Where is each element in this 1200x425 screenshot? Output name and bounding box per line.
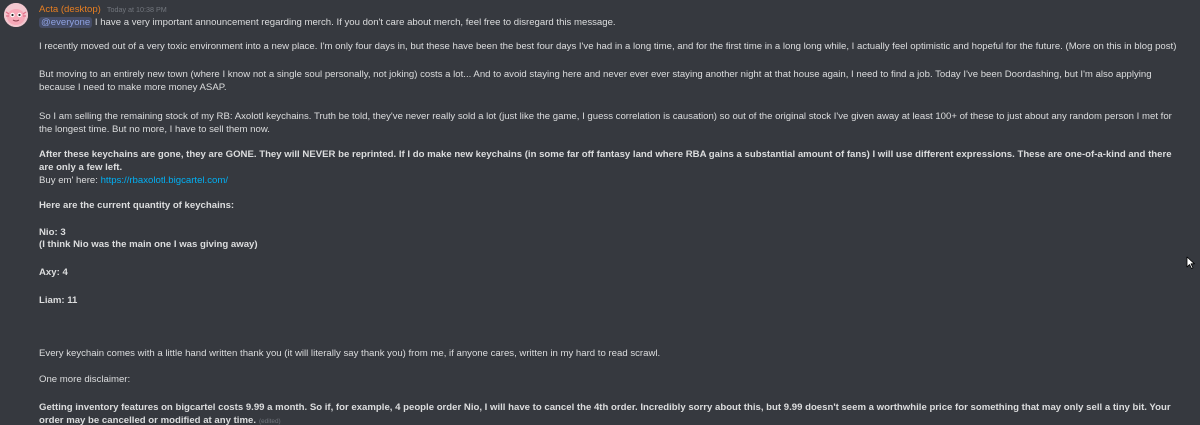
nio-note: (I think Nio was the main one I was givi… [39, 239, 258, 250]
inventory-text: Getting inventory features on bigcartel … [39, 402, 1171, 425]
liam-quantity: Liam: 11 [39, 295, 78, 306]
quantity-heading: Here are the current quantity of keychai… [39, 200, 235, 211]
axy-quantity: Axy: 4 [39, 267, 68, 278]
username[interactable]: Acta (desktop) [39, 4, 101, 15]
paragraph-moved: I recently moved out of a very toxic env… [39, 41, 1177, 52]
paragraph-inventory: Getting inventory features on bigcartel … [39, 402, 1179, 425]
timestamp: Today at 10:38 PM [106, 5, 167, 14]
intro-text: I have a very important announcement reg… [94, 17, 616, 28]
nio-quantity: Nio: 3 [39, 227, 66, 238]
message-header: Acta (desktop) Today at 10:38 PM [39, 4, 167, 17]
paragraph-gone: After these keychains are gone, they are… [39, 149, 1172, 173]
disclaimer-heading: One more disclaimer: [39, 374, 131, 385]
paragraph-job: But moving to an entirely new town (wher… [39, 69, 1152, 93]
intro-line: @everyone I have a very important announ… [39, 17, 1179, 30]
paragraph-selling: So I am selling the remaining stock of m… [39, 111, 1172, 135]
chat-message: Acta (desktop) Today at 10:38 PM @everyon… [0, 0, 1200, 425]
store-link[interactable]: https://rbaxolotl.bigcartel.com/ [101, 175, 228, 186]
buy-line: Buy em' here: https://rbaxolotl.bigcarte… [39, 175, 1179, 188]
avatar[interactable] [4, 3, 28, 27]
everyone-mention[interactable]: @everyone [39, 17, 93, 28]
axolotl-avatar-icon [4, 3, 28, 27]
buy-prefix: Buy em' here: [39, 175, 98, 186]
edited-label: (edited) [259, 417, 281, 425]
mouse-pointer-icon [1186, 256, 1195, 269]
paragraph-thank-you: Every keychain comes with a little hand … [39, 348, 661, 359]
